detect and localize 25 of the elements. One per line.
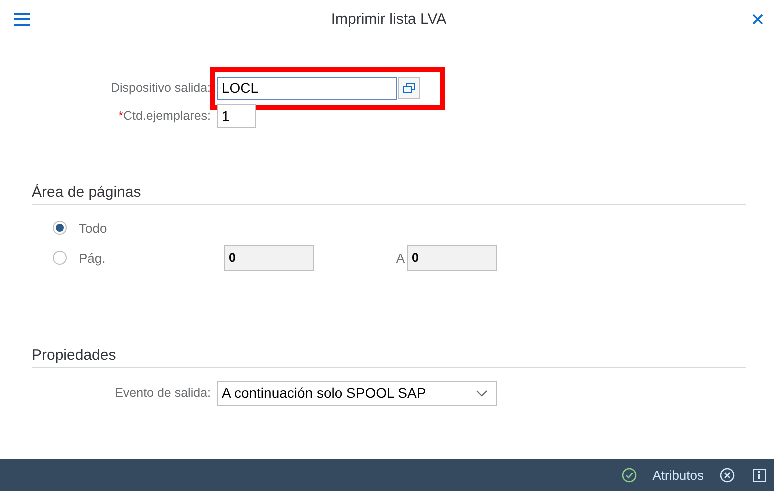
dropdown-value: A continuación solo SPOOL SAP xyxy=(222,385,426,401)
field-label: *Ctd.ejemplares: xyxy=(118,109,212,123)
cancel-icon[interactable] xyxy=(720,468,735,482)
value-help-button[interactable] xyxy=(398,77,420,99)
radio-button[interactable] xyxy=(53,251,67,265)
section-title: Área de páginas xyxy=(32,184,746,205)
dialog-title: Imprimir lista LVA xyxy=(331,10,447,28)
chevron-icon xyxy=(476,390,488,396)
windows-icon xyxy=(403,82,415,94)
confirm-icon[interactable] xyxy=(622,468,637,482)
input-field[interactable]: 0 xyxy=(224,245,314,271)
attributes-button[interactable]: Atributos xyxy=(652,468,704,482)
field-label: A xyxy=(395,250,406,266)
menu-icon[interactable] xyxy=(14,12,30,26)
radio-label: Todo xyxy=(79,220,108,236)
input-field[interactable]: 0 xyxy=(407,245,497,271)
input-field[interactable]: 1 xyxy=(217,104,256,128)
radio-button[interactable] xyxy=(53,221,67,235)
radio-label: Pág. xyxy=(79,250,106,266)
field-label: Dispositivo salida: xyxy=(110,81,212,95)
field-label: Evento de salida: xyxy=(114,386,212,400)
section-title: Propiedades xyxy=(32,347,746,368)
input-field[interactable]: LOCL xyxy=(217,76,397,100)
info-icon[interactable] xyxy=(753,468,766,482)
output-event-dropdown[interactable]: A continuación solo SPOOL SAP xyxy=(217,380,497,406)
